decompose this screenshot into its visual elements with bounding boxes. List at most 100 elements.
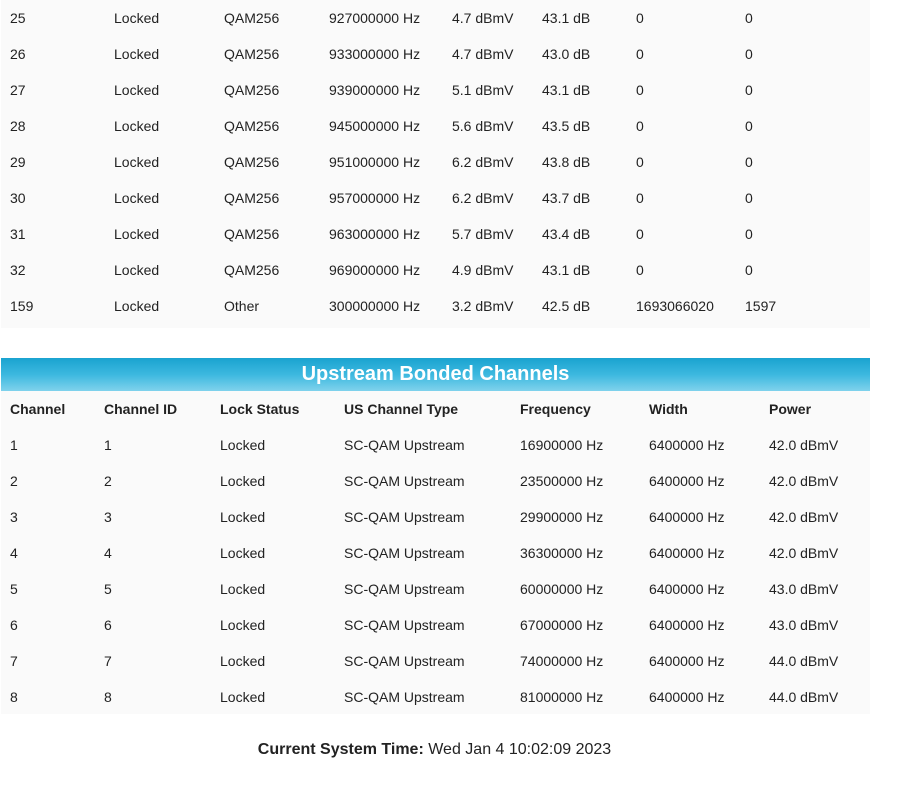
ds-modulation-cell: QAM256 [224, 10, 280, 26]
us-channel-cell: 5 [10, 581, 18, 597]
us-channel-cell: 2 [10, 473, 18, 489]
ds-uncorrectables-cell: 0 [745, 154, 753, 170]
connection-status-page: 25 Locked QAM256 927000000 Hz 4.7 dBmV 4… [0, 0, 907, 785]
us-channel-type-cell: SC-QAM Upstream [344, 545, 465, 561]
us-channel-cell: 7 [10, 653, 18, 669]
ds-snr-cell: 43.8 dB [542, 154, 591, 170]
ds-frequency-cell: 300000000 Hz [329, 298, 421, 314]
ds-frequency-cell: 933000000 Hz [329, 46, 421, 62]
downstream-channels-table: 25 Locked QAM256 927000000 Hz 4.7 dBmV 4… [1, 0, 870, 324]
us-lock-status-cell: Locked [220, 689, 266, 705]
ds-power-cell: 6.2 dBmV [452, 190, 514, 206]
ds-modulation-cell: Other [224, 298, 260, 314]
system-time-label: Current System Time: [257, 741, 424, 758]
us-width-cell: 6400000 Hz [649, 509, 725, 525]
us-lock-status-cell: Locked [220, 509, 266, 525]
ds-modulation-cell: QAM256 [224, 262, 280, 278]
ds-corrected-cell: 0 [636, 154, 644, 170]
ds-uncorrectables-cell: 0 [745, 262, 753, 278]
us-width-cell: 6400000 Hz [649, 653, 725, 669]
us-power-cell: 42.0 dBmV [769, 473, 839, 489]
ds-modulation-cell: QAM256 [224, 190, 280, 206]
table-row: 7 7 Locked SC-QAM Upstream 74000000 Hz 6… [1, 643, 870, 679]
ds-modulation-cell: QAM256 [224, 118, 280, 134]
us-channel-id-cell: 1 [104, 437, 112, 453]
ds-power-cell: 4.7 dBmV [452, 10, 514, 26]
table-row: 4 4 Locked SC-QAM Upstream 36300000 Hz 6… [1, 535, 870, 571]
us-lock-status-cell: Locked [220, 437, 266, 453]
ds-power-cell: 3.2 dBmV [452, 298, 514, 314]
ds-power-cell: 4.7 dBmV [452, 46, 514, 62]
us-channel-id-cell: 4 [104, 545, 112, 561]
us-width-cell: 6400000 Hz [649, 617, 725, 633]
ds-corrected-cell: 0 [636, 226, 644, 242]
us-frequency-cell: 16900000 Hz [520, 437, 604, 453]
us-channel-id-cell: 3 [104, 509, 112, 525]
ds-lock-status-cell: Locked [114, 262, 160, 278]
table-row: 6 6 Locked SC-QAM Upstream 67000000 Hz 6… [1, 607, 870, 643]
column-header-width: Width [649, 401, 688, 417]
us-lock-status-cell: Locked [220, 473, 266, 489]
us-power-cell: 42.0 dBmV [769, 545, 839, 561]
ds-uncorrectables-cell: 0 [745, 226, 753, 242]
table-row: 28 Locked QAM256 945000000 Hz 5.6 dBmV 4… [1, 108, 870, 144]
ds-lock-status-cell: Locked [114, 154, 160, 170]
us-power-cell: 43.0 dBmV [769, 581, 839, 597]
ds-uncorrectables-cell: 0 [745, 118, 753, 134]
us-channel-type-cell: SC-QAM Upstream [344, 581, 465, 597]
ds-corrected-cell: 0 [636, 46, 644, 62]
us-lock-status-cell: Locked [220, 581, 266, 597]
us-frequency-cell: 29900000 Hz [520, 509, 604, 525]
table-row: 31 Locked QAM256 963000000 Hz 5.7 dBmV 4… [1, 216, 870, 252]
table-row: 29 Locked QAM256 951000000 Hz 6.2 dBmV 4… [1, 144, 870, 180]
us-width-cell: 6400000 Hz [649, 545, 725, 561]
upstream-table-header: Channel Channel ID Lock Status US Channe… [1, 391, 870, 427]
us-power-cell: 42.0 dBmV [769, 509, 839, 525]
ds-frequency-cell: 951000000 Hz [329, 154, 421, 170]
us-lock-status-cell: Locked [220, 653, 266, 669]
column-header-us-channel-type: US Channel Type [344, 401, 459, 417]
ds-snr-cell: 43.0 dB [542, 46, 591, 62]
current-system-time: Current System Time: Wed Jan 4 10:02:09 … [0, 741, 869, 759]
us-frequency-cell: 60000000 Hz [520, 581, 604, 597]
us-channel-type-cell: SC-QAM Upstream [344, 617, 465, 633]
ds-corrected-cell: 0 [636, 190, 644, 206]
table-row: 5 5 Locked SC-QAM Upstream 60000000 Hz 6… [1, 571, 870, 607]
ds-lock-status-cell: Locked [114, 10, 160, 26]
us-power-cell: 44.0 dBmV [769, 689, 839, 705]
ds-channel-cell: 31 [10, 226, 26, 242]
ds-lock-status-cell: Locked [114, 298, 160, 314]
ds-frequency-cell: 945000000 Hz [329, 118, 421, 134]
ds-snr-cell: 43.7 dB [542, 190, 591, 206]
ds-channel-cell: 27 [10, 82, 26, 98]
table-row: 32 Locked QAM256 969000000 Hz 4.9 dBmV 4… [1, 252, 870, 288]
us-frequency-cell: 23500000 Hz [520, 473, 604, 489]
ds-channel-cell: 28 [10, 118, 26, 134]
table-row: 27 Locked QAM256 939000000 Hz 5.1 dBmV 4… [1, 72, 870, 108]
upstream-bonded-channels-panel: Upstream Bonded Channels Channel Channel… [1, 358, 870, 714]
ds-channel-cell: 32 [10, 262, 26, 278]
us-frequency-cell: 67000000 Hz [520, 617, 604, 633]
us-width-cell: 6400000 Hz [649, 581, 725, 597]
us-lock-status-cell: Locked [220, 617, 266, 633]
ds-channel-cell: 26 [10, 46, 26, 62]
table-row: 8 8 Locked SC-QAM Upstream 81000000 Hz 6… [1, 679, 870, 715]
table-row: 159 Locked Other 300000000 Hz 3.2 dBmV 4… [1, 288, 870, 324]
ds-frequency-cell: 957000000 Hz [329, 190, 421, 206]
ds-power-cell: 5.6 dBmV [452, 118, 514, 134]
us-channel-cell: 8 [10, 689, 18, 705]
column-header-lock-status: Lock Status [220, 401, 300, 417]
ds-corrected-cell: 1693066020 [636, 298, 714, 314]
table-row: 2 2 Locked SC-QAM Upstream 23500000 Hz 6… [1, 463, 870, 499]
upstream-table-body: 1 1 Locked SC-QAM Upstream 16900000 Hz 6… [1, 427, 870, 715]
ds-frequency-cell: 939000000 Hz [329, 82, 421, 98]
column-header-channel: Channel [10, 401, 66, 417]
ds-channel-cell: 30 [10, 190, 26, 206]
us-width-cell: 6400000 Hz [649, 437, 725, 453]
us-channel-cell: 6 [10, 617, 18, 633]
us-power-cell: 42.0 dBmV [769, 437, 839, 453]
ds-corrected-cell: 0 [636, 82, 644, 98]
us-channel-id-cell: 5 [104, 581, 112, 597]
us-power-cell: 43.0 dBmV [769, 617, 839, 633]
us-channel-cell: 4 [10, 545, 18, 561]
